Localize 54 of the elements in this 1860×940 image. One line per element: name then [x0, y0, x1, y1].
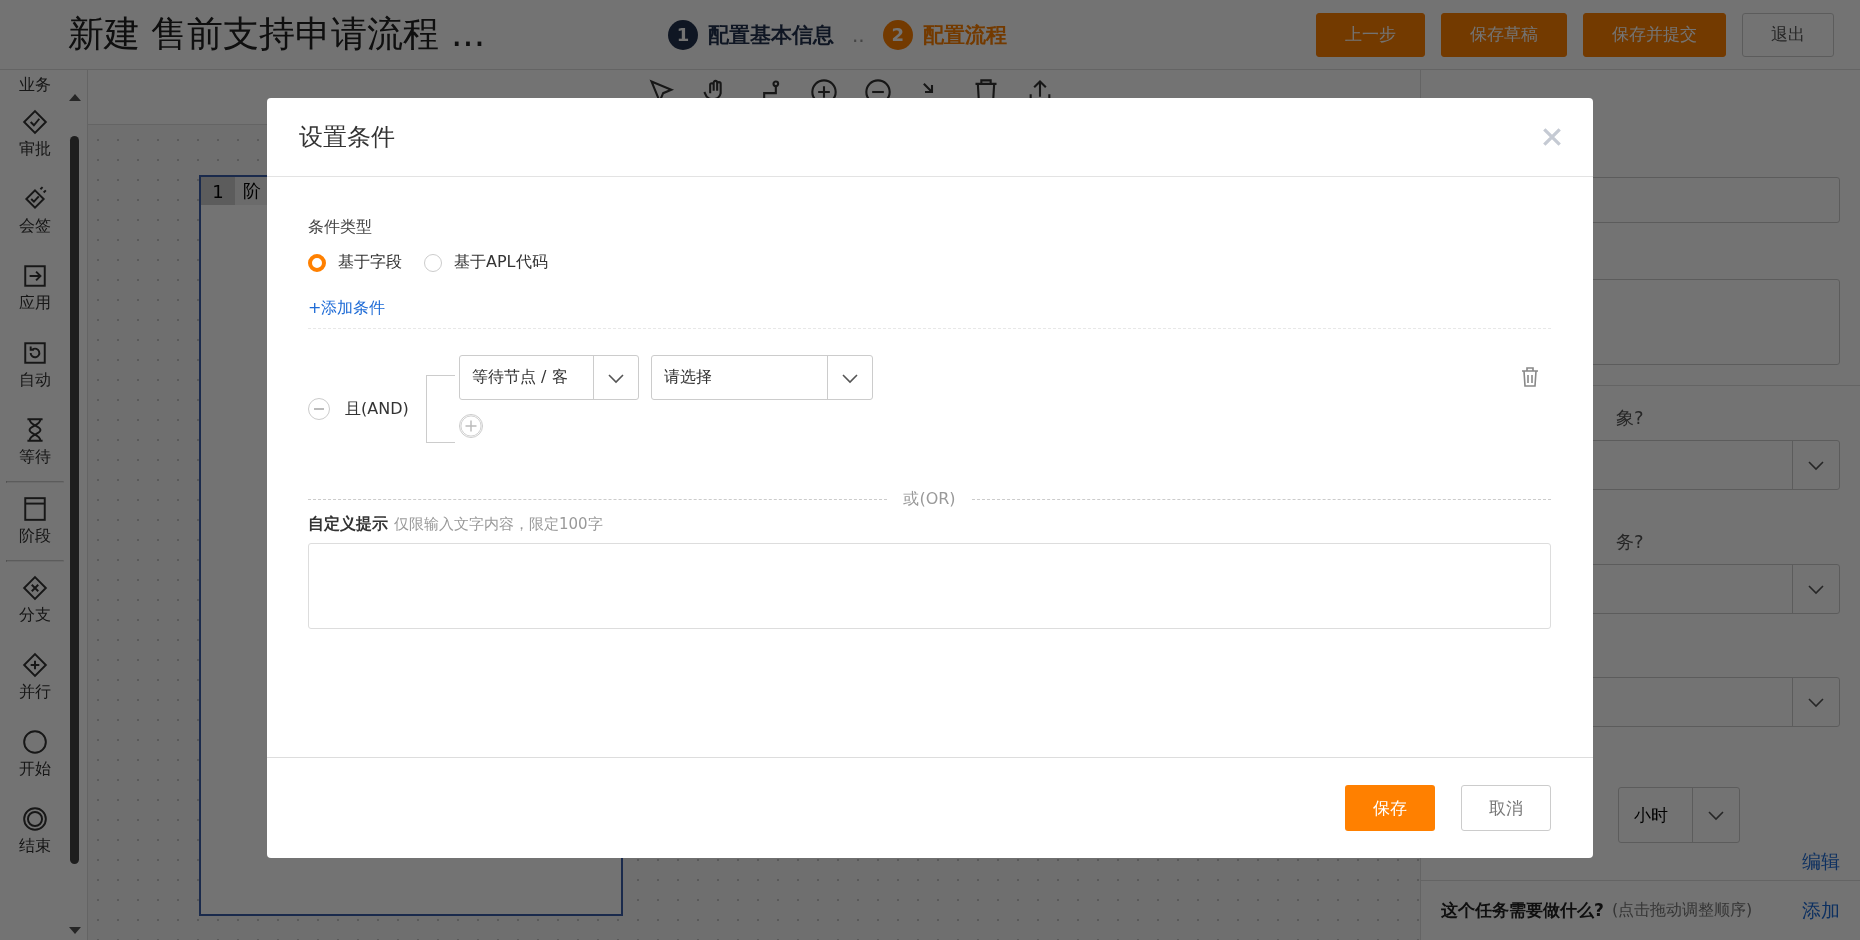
or-divider-label: 或(OR) — [903, 489, 956, 510]
bracket-line — [426, 375, 455, 443]
scroll-down-icon[interactable] — [69, 927, 81, 934]
stage-label: 阶 — [242, 179, 261, 203]
step-separator: .. — [852, 22, 865, 47]
circle-icon[interactable] — [22, 729, 48, 755]
diamond-check-icon[interactable] — [22, 109, 48, 135]
node-type-label[interactable]: 会签 — [19, 216, 51, 237]
header-button[interactable]: 上一步 — [1316, 12, 1425, 57]
node-type-label[interactable]: 分支 — [19, 605, 51, 626]
stage-number: 1 — [201, 177, 235, 205]
question-label: 务? — [1615, 530, 1645, 554]
field-label: 条件类型 — [308, 217, 373, 238]
section-hint: (点击拖动调整顺序) — [1611, 900, 1754, 921]
radio-icon[interactable] — [308, 253, 326, 272]
page-title: 新建 售前支持申请流程 ... — [68, 12, 487, 56]
unit-select[interactable]: 小时 — [1618, 787, 1740, 843]
node-type-label[interactable]: 结束 — [19, 836, 51, 857]
add-link[interactable]: 添加 — [1802, 897, 1840, 924]
node-type-label[interactable]: 并行 — [19, 682, 51, 703]
dialog-title: 设置条件 — [299, 122, 396, 153]
double-circle-icon[interactable] — [22, 806, 48, 832]
node-type-label[interactable]: 开始 — [19, 759, 51, 780]
select-field[interactable]: 请选择 — [651, 355, 873, 400]
node-type-label[interactable]: 业务 — [19, 75, 51, 96]
node-type-label[interactable]: 审批 — [19, 139, 51, 160]
operator-label: 且(AND) — [345, 398, 410, 420]
header-button[interactable]: 保存草稿 — [1441, 12, 1567, 57]
diamond-check-icon[interactable] — [22, 186, 48, 212]
scroll-up-icon[interactable] — [69, 94, 81, 101]
step-label[interactable]: 配置基本信息 — [708, 20, 834, 49]
radio-option[interactable]: 基于APL代码 — [424, 252, 548, 273]
section-title: 这个任务需要做什么? — [1441, 899, 1604, 922]
dialog-button[interactable]: 保存 — [1345, 785, 1435, 831]
step-number: 2 — [882, 19, 913, 50]
node-type-label[interactable]: 阶段 — [19, 526, 51, 547]
diamond-x-icon[interactable] — [22, 575, 48, 601]
edit-link[interactable]: 编辑 — [1802, 850, 1840, 872]
select-field[interactable]: 等待节点 / 客 — [459, 355, 639, 400]
step-number: 1 — [668, 19, 698, 50]
header-button[interactable]: 退出 — [1742, 12, 1834, 57]
loop-box-icon[interactable] — [22, 340, 48, 366]
field-label: 自定义提示 仅限输入文字内容，限定100字 — [308, 514, 604, 535]
radio-option[interactable]: 基于字段 — [308, 252, 402, 273]
question-label: 象? — [1615, 406, 1645, 430]
node-type-label[interactable]: 等待 — [19, 447, 51, 468]
node-type-label[interactable]: 应用 — [19, 293, 51, 314]
add-condition-link[interactable]: +添加条件 — [308, 298, 386, 319]
arrow-box-icon[interactable] — [22, 263, 48, 289]
scrollbar[interactable] — [70, 136, 79, 864]
dialog-button[interactable]: 取消 — [1461, 785, 1551, 831]
diamond-plus-icon[interactable] — [22, 652, 48, 678]
node-type-label[interactable]: 自动 — [19, 370, 51, 391]
panel-icon[interactable] — [22, 496, 48, 522]
